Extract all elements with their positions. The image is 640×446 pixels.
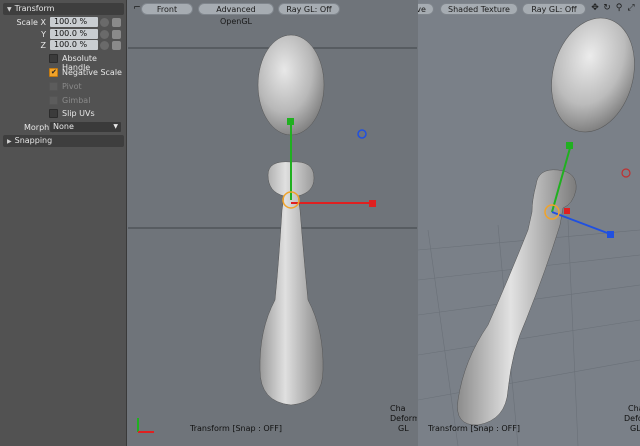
negative-scale-label: Negative Scale (62, 68, 122, 77)
render-mode-button[interactable]: Advanced OpenGL (198, 3, 274, 26)
maximize-icon[interactable]: ⤢ (626, 3, 636, 13)
scale-z-link-icon[interactable] (112, 41, 121, 50)
scale-y-label: Y (41, 30, 46, 39)
corner-info-3: GL (630, 424, 640, 433)
morph-label: Morph (24, 123, 50, 132)
model-head[interactable] (539, 9, 640, 142)
y-axis-cap[interactable] (566, 142, 573, 149)
viewport-menu-icon[interactable]: ⌐ (132, 3, 142, 13)
corner-info-3: GL (398, 424, 409, 433)
z-axis-cap[interactable] (607, 231, 614, 238)
z-axis-indicator[interactable] (357, 129, 367, 139)
scale-z-reset-icon[interactable] (100, 41, 109, 50)
expand-triangle-icon: ▶ (7, 138, 12, 145)
slip-uvs-checkbox[interactable] (49, 109, 58, 118)
corner-info-2: Deform (624, 414, 640, 423)
scale-z-row: Z 100.0 % (0, 40, 126, 51)
scale-x-link-icon[interactable] (112, 18, 121, 27)
status-text: Transform [Snap : OFF] (190, 424, 282, 433)
absolute-handle-checkbox[interactable] (49, 54, 58, 63)
scale-z-label: Z (40, 41, 46, 50)
y-axis-cap[interactable] (287, 118, 294, 125)
scale-x-field[interactable]: 100.0 % (50, 17, 98, 27)
perspective-viewport-canvas (418, 9, 640, 446)
z-axis-handle[interactable] (551, 211, 611, 235)
pan-icon[interactable]: ✥ (590, 3, 600, 13)
transform-section-header[interactable]: ▼ Transform (3, 3, 124, 15)
zoom-icon[interactable]: ⚲ (614, 3, 624, 13)
snapping-section-header[interactable]: ▶ Snapping (3, 135, 124, 147)
gimbal-label: Gimbal (62, 96, 91, 105)
scale-y-reset-icon[interactable] (100, 30, 109, 39)
scale-x-row: Scale X 100.0 % (0, 17, 126, 28)
raygl-button[interactable]: Ray GL: Off (278, 3, 340, 15)
gimbal-checkbox[interactable] (49, 96, 58, 105)
raygl-button[interactable]: Ray GL: Off (522, 3, 586, 15)
scale-y-field[interactable]: 100.0 % (50, 29, 98, 39)
axis-orientation-icon (134, 414, 156, 436)
tool-properties-panel: ▼ Transform Scale X 100.0 % Y 100.0 % Z 1… (0, 0, 127, 446)
scale-x-label: Scale X (16, 18, 46, 27)
x-axis-cap[interactable] (564, 208, 570, 214)
x-axis-cap[interactable] (369, 200, 376, 207)
x-axis-indicator[interactable] (621, 168, 631, 178)
collapse-triangle-icon: ▼ (7, 6, 12, 13)
scale-y-row: Y 100.0 % (0, 29, 126, 40)
view-type-button[interactable]: Front (141, 3, 193, 15)
corner-info-1: Cha (628, 404, 640, 413)
scale-x-reset-icon[interactable] (100, 18, 109, 27)
dropdown-arrow-icon: ▼ (113, 123, 118, 130)
status-text: Transform [Snap : OFF] (428, 424, 520, 433)
rotate-icon[interactable]: ↻ (602, 3, 612, 13)
pivot-checkbox[interactable] (49, 82, 58, 91)
slip-uvs-label: Slip UVs (62, 109, 95, 118)
shading-mode-button[interactable]: Shaded Texture (440, 3, 518, 15)
corner-info-1: Cha (390, 404, 406, 413)
perspective-viewport[interactable]: ✥ ⚲ ive Shaded Texture Ray GL: Off ✥ ↻ ⚲… (418, 0, 640, 446)
scale-z-field[interactable]: 100.0 % (50, 40, 98, 50)
scale-y-link-icon[interactable] (112, 30, 121, 39)
morph-dropdown[interactable]: None ▼ (50, 122, 121, 132)
front-viewport-canvas (128, 34, 417, 406)
pivot-label: Pivot (62, 82, 82, 91)
negative-scale-checkbox[interactable] (49, 68, 58, 77)
corner-info-2: Deform (390, 414, 417, 423)
front-viewport[interactable]: Front Advanced OpenGL Ray GL: Off ⌐ Tran… (128, 0, 417, 446)
